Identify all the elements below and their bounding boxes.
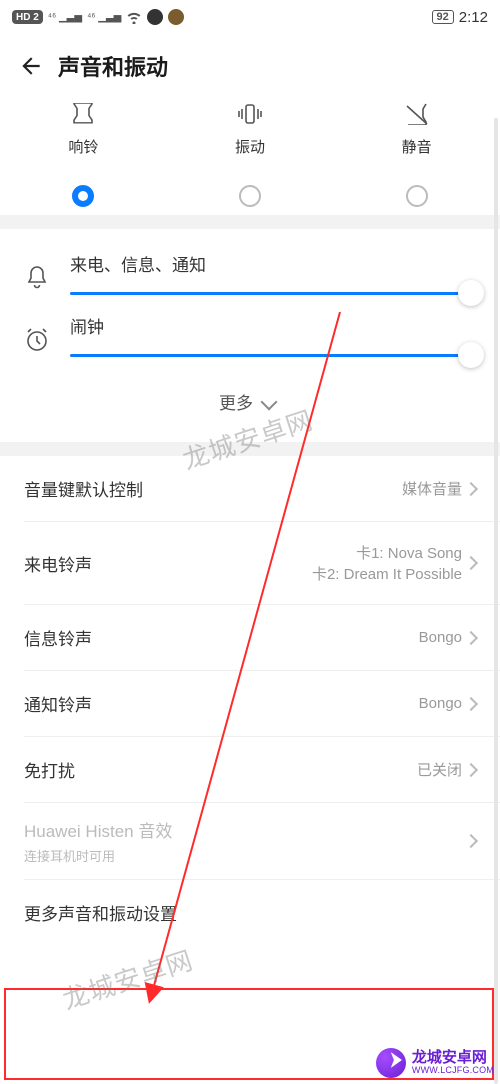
volume-sliders: 来电、信息、通知 闹钟 更多 [0, 229, 500, 442]
item-more-sound[interactable]: 更多声音和振动设置 [0, 880, 500, 953]
item-message-tone[interactable]: 信息铃声 Bongo [0, 605, 500, 670]
mode-ring-label: 响铃 [68, 136, 98, 157]
mode-vibrate[interactable]: 振动 [167, 102, 334, 207]
item-dnd[interactable]: 免打扰 已关闭 [0, 737, 500, 802]
chevron-right-icon [464, 481, 478, 495]
scrollbar[interactable] [494, 118, 498, 1084]
site-badge: 龙城安卓网 WWW.LCJFG.COM [376, 1048, 494, 1078]
status-left: HD 2 ⁴⁶ ▁▃▅ ⁴⁶ ▁▃▅ [12, 9, 184, 25]
item-dnd-label: 免打扰 [24, 757, 75, 782]
item-message-label: 信息铃声 [24, 625, 92, 650]
chevron-right-icon [464, 696, 478, 710]
mode-selector: 响铃 振动 静音 [0, 98, 500, 215]
item-ringtone-value-2: 卡2: Dream It Possible [312, 563, 462, 584]
signal-1-icon: ⁴⁶ ▁▃▅ [48, 12, 82, 23]
radio-vibrate[interactable] [239, 185, 261, 207]
radio-ring[interactable] [72, 185, 94, 207]
section-divider-2 [0, 442, 500, 456]
item-notify-value: Bongo [419, 695, 462, 712]
slider-alarm-row: 闹钟 [22, 313, 472, 357]
bell-mute-icon [402, 102, 432, 126]
site-badge-cn: 龙城安卓网 [412, 1050, 494, 1066]
slider-alarm-thumb[interactable] [458, 342, 484, 368]
item-volume-key[interactable]: 音量键默认控制 媒体音量 [0, 456, 500, 521]
bell-ring-icon [68, 102, 98, 126]
item-volume-key-label: 音量键默认控制 [24, 476, 143, 501]
signal-2-icon: ⁴⁶ ▁▃▅ [87, 12, 121, 23]
item-histen-label: Huawei Histen 音效 [24, 817, 172, 842]
item-message-value: Bongo [419, 629, 462, 646]
item-dnd-value: 已关闭 [417, 759, 462, 780]
site-badge-icon [376, 1048, 406, 1078]
item-notify-label: 通知铃声 [24, 691, 92, 716]
clock: 2:12 [459, 9, 488, 26]
bell-outline-icon [22, 263, 52, 293]
section-divider [0, 215, 500, 229]
item-ringtone[interactable]: 来电铃声 卡1: Nova Song 卡2: Dream It Possible [0, 522, 500, 604]
item-histen: Huawei Histen 音效 连接耳机时可用 [0, 803, 500, 879]
mode-silent[interactable]: 静音 [333, 102, 500, 207]
site-badge-en: WWW.LCJFG.COM [412, 1066, 494, 1075]
status-bar: HD 2 ⁴⁶ ▁▃▅ ⁴⁶ ▁▃▅ 92 2:12 [0, 0, 500, 34]
slider-call-label: 来电、信息、通知 [70, 251, 472, 276]
chevron-right-icon [464, 834, 478, 848]
status-dot-1-icon [147, 9, 163, 25]
item-ringtone-value-1: 卡1: Nova Song [356, 542, 462, 563]
chevron-down-icon [261, 393, 278, 410]
item-volume-key-value: 媒体音量 [402, 478, 462, 499]
chevron-right-icon [464, 762, 478, 776]
status-right: 92 2:12 [432, 9, 488, 26]
radio-silent[interactable] [406, 185, 428, 207]
alarm-clock-icon [22, 325, 52, 355]
slider-call-row: 来电、信息、通知 [22, 251, 472, 295]
mode-vibrate-label: 振动 [235, 136, 265, 157]
mode-silent-label: 静音 [402, 136, 432, 157]
vibrate-icon [235, 102, 265, 126]
page-title: 声音和振动 [58, 50, 168, 82]
slider-call-thumb[interactable] [458, 280, 484, 306]
slider-alarm[interactable] [70, 354, 472, 357]
chevron-right-icon [464, 630, 478, 644]
slider-alarm-label: 闹钟 [70, 313, 472, 338]
status-dot-2-icon [168, 9, 184, 25]
back-button[interactable] [16, 51, 46, 81]
expand-more-label: 更多 [219, 389, 253, 414]
settings-list: 音量键默认控制 媒体音量 来电铃声 卡1: Nova Song 卡2: Drea… [0, 456, 500, 953]
item-more-sound-label: 更多声音和振动设置 [24, 900, 177, 925]
item-notify-tone[interactable]: 通知铃声 Bongo [0, 671, 500, 736]
header: 声音和振动 [0, 34, 500, 98]
item-ringtone-label: 来电铃声 [24, 551, 92, 576]
battery-icon: 92 [432, 10, 454, 24]
hd-icon: HD 2 [12, 10, 43, 24]
chevron-right-icon [464, 556, 478, 570]
item-histen-sub: 连接耳机时可用 [24, 846, 172, 865]
wifi-icon [126, 10, 142, 24]
slider-call[interactable] [70, 292, 472, 295]
arrow-left-icon [18, 53, 44, 79]
mode-ring[interactable]: 响铃 [0, 102, 167, 207]
expand-more[interactable]: 更多 [22, 375, 472, 432]
